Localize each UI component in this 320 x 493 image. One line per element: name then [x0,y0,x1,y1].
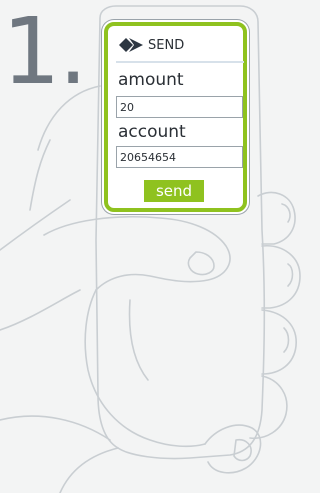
send-button[interactable]: send [144,180,204,202]
wrist-lower-outline [0,415,119,493]
send-arrow-icon [119,38,143,52]
step-number: 1. [2,0,88,105]
account-label: account [118,122,186,142]
scene: 1. SEND amount account send [0,0,310,493]
amount-label: amount [118,70,184,90]
phone-screen: SEND amount account send [104,22,247,212]
screen-header: SEND [118,35,240,55]
fingernail-2 [287,263,294,287]
fingernail-1 [281,203,291,223]
fingernail-3 [283,327,290,353]
screen-title: SEND [148,37,185,53]
finger-4-outline [249,375,288,439]
amount-input[interactable] [116,96,243,118]
account-input[interactable] [116,146,243,168]
thumb-nail-outline [187,251,215,276]
palm-crease [128,299,149,381]
header-divider [116,61,244,63]
palm-outline [84,289,206,448]
finger-2-outline [261,245,301,309]
lower-thumb-outline [204,424,262,474]
forearm-outline [0,199,81,331]
finger-3-outline [261,309,297,375]
